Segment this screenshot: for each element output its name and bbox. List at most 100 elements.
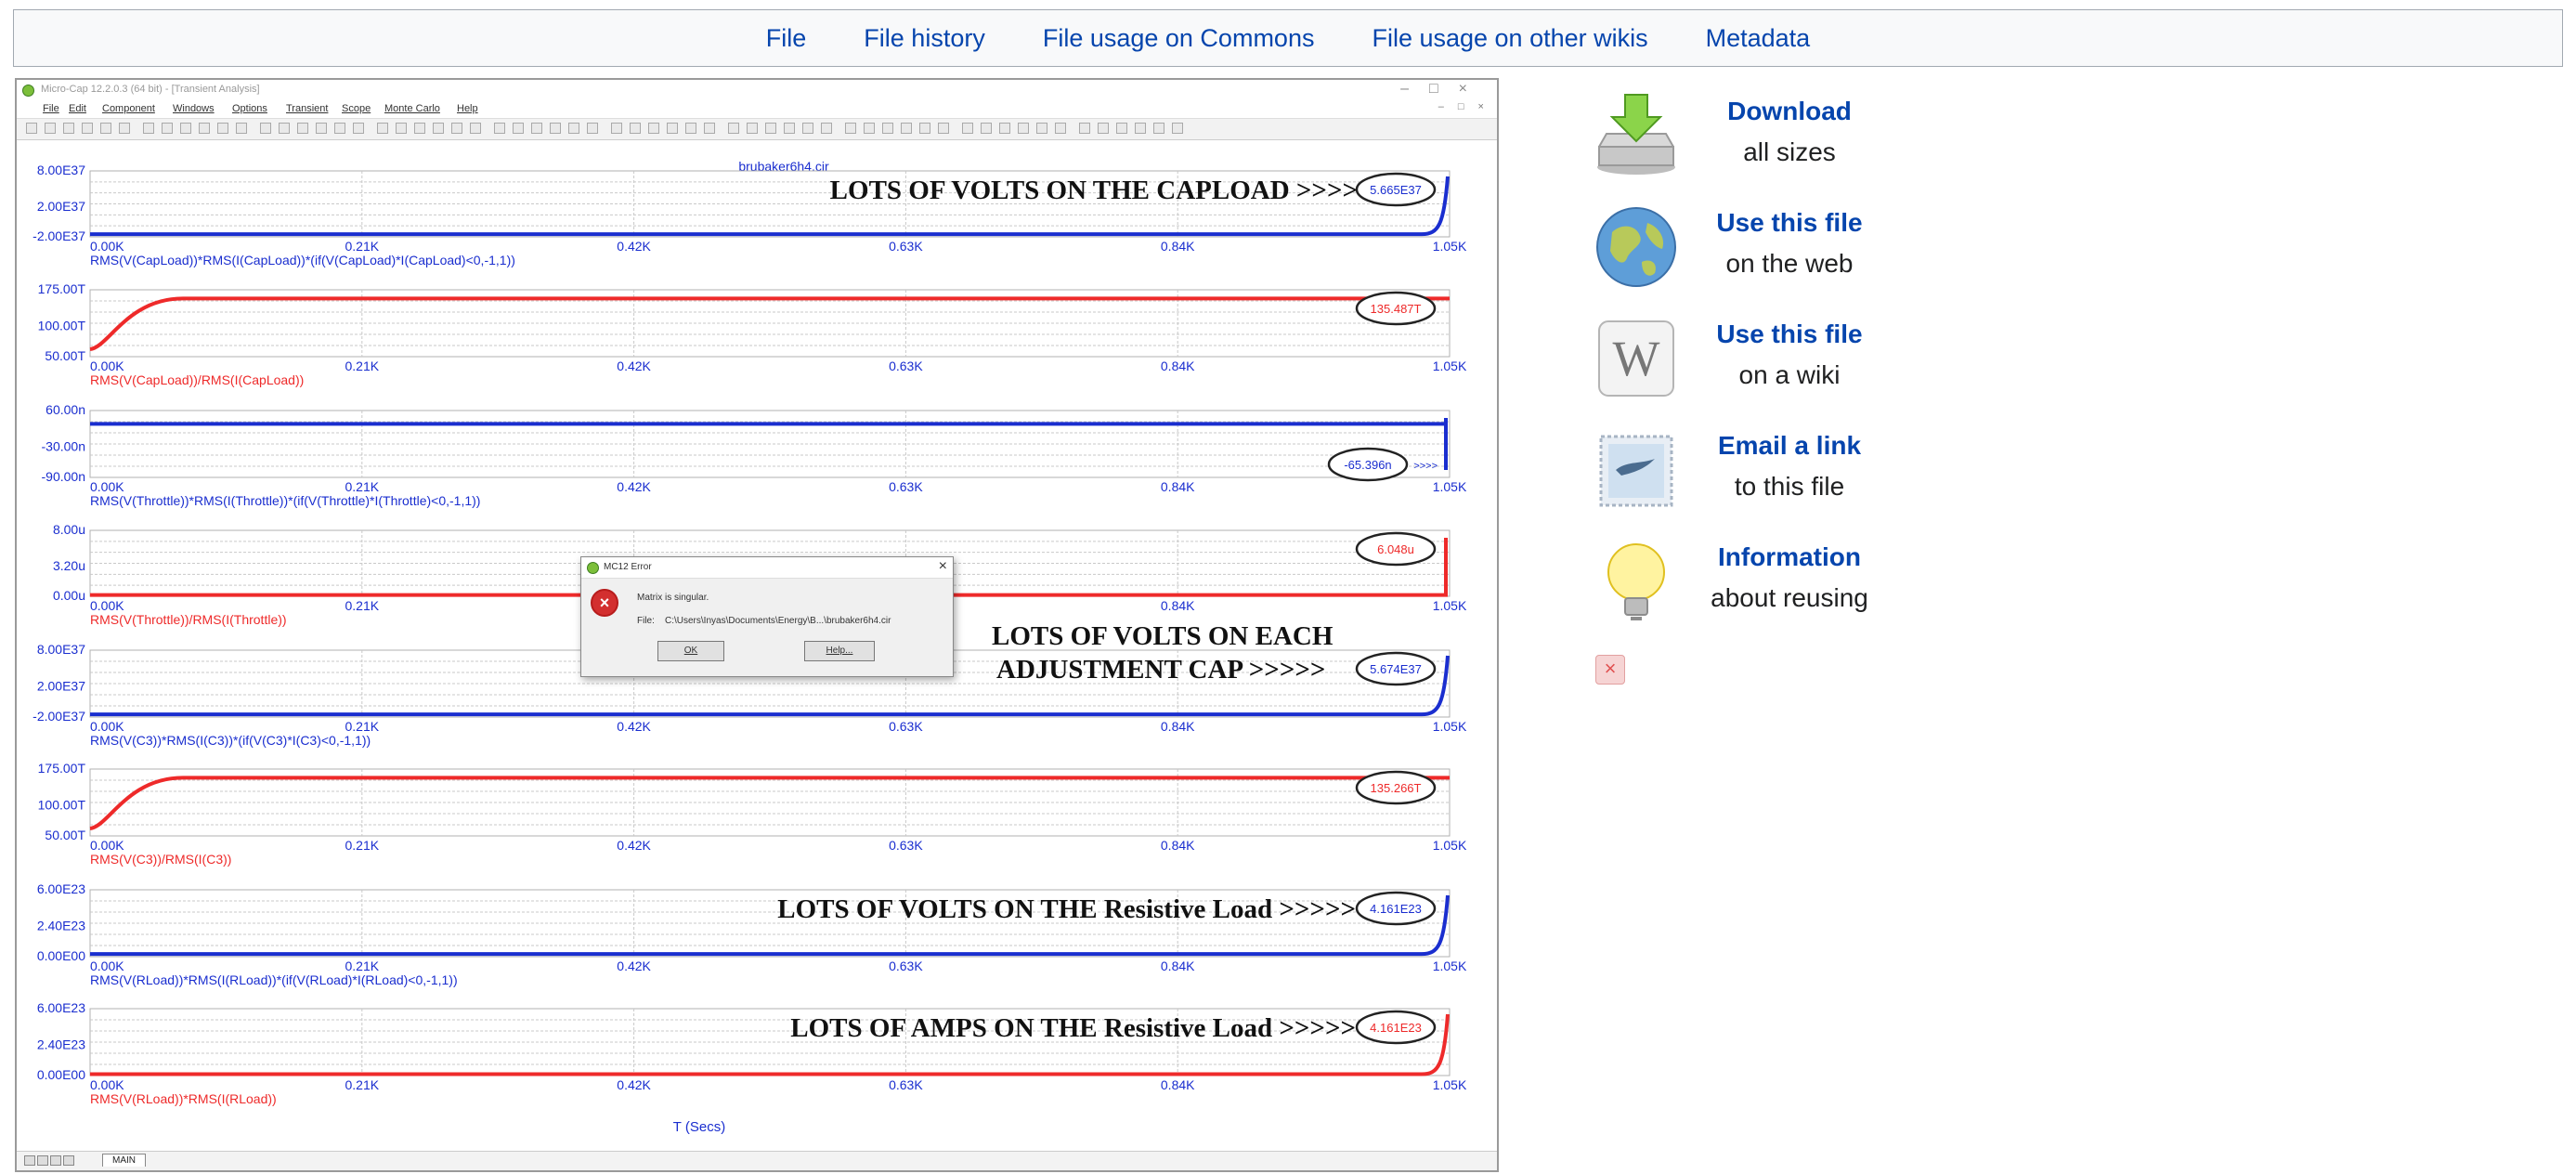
y-tick-label: -30.00n bbox=[42, 439, 85, 454]
marker-value: 135.487T bbox=[1371, 302, 1422, 316]
tab-nav-next-icon bbox=[50, 1155, 61, 1166]
action-download[interactable]: Download all sizes bbox=[1594, 89, 1900, 191]
x-tick-label: 0.42K bbox=[617, 959, 651, 973]
file-label: File: bbox=[637, 616, 655, 626]
use-wiki-sub: on a wiki bbox=[1738, 360, 1841, 389]
plot-panel bbox=[89, 289, 1451, 358]
x-tick-label: 0.84K bbox=[1161, 838, 1195, 853]
nav-metadata[interactable]: Metadata bbox=[1706, 24, 1811, 53]
use-wiki-link[interactable]: Use this file bbox=[1679, 320, 1900, 349]
marker-value: 5.665E37 bbox=[1370, 183, 1422, 197]
y-tick-label: 8.00E37 bbox=[37, 642, 85, 657]
action-use-web[interactable]: Use this file on the web bbox=[1594, 201, 1900, 303]
x-tick-label: 0.63K bbox=[889, 838, 923, 853]
nav-file-usage-commons[interactable]: File usage on Commons bbox=[1043, 24, 1315, 53]
error-icon: × bbox=[591, 589, 618, 617]
marker-value: 4.161E23 bbox=[1370, 902, 1422, 916]
close-icon[interactable]: × bbox=[1595, 655, 1625, 685]
plot-panel bbox=[89, 410, 1451, 482]
error-dialog: MC12 Error × × Matrix is singular. File:… bbox=[580, 556, 954, 677]
x-tick-label: 0.84K bbox=[1161, 959, 1195, 973]
trace-annotation: >>>> bbox=[1413, 461, 1438, 472]
file-path: C:\Users\Inyas\Documents\Energy\B...\bru… bbox=[665, 616, 891, 626]
x-tick-label: 0.21K bbox=[345, 1077, 380, 1092]
trace-annotation: LOTS OF AMPS ON THE Resistive Load >>>>> bbox=[790, 1013, 1356, 1043]
x-tick-label: 0.00K bbox=[90, 479, 124, 494]
nav-file-usage-other-wikis[interactable]: File usage on other wikis bbox=[1372, 24, 1647, 53]
tab-nav-prev-icon bbox=[37, 1155, 48, 1166]
trace-annotation: ADJUSTMENT CAP >>>>> bbox=[996, 655, 1325, 685]
y-tick-label: 2.40E23 bbox=[37, 1037, 85, 1052]
x-tick-label: 1.05K bbox=[1433, 598, 1467, 613]
use-web-sub: on the web bbox=[1725, 249, 1854, 278]
email-sub: to this file bbox=[1734, 472, 1845, 501]
trace-expression: RMS(V(CapLoad))*RMS(I(CapLoad))*(if(V(Ca… bbox=[90, 253, 515, 267]
information-sub: about reusing bbox=[1711, 583, 1868, 612]
marker-value: 5.674E37 bbox=[1370, 662, 1422, 676]
x-tick-label: 1.05K bbox=[1433, 959, 1467, 973]
y-tick-label: 6.00E23 bbox=[37, 881, 85, 896]
action-email-link[interactable]: Email a link to this file bbox=[1594, 424, 1900, 526]
x-axis-title: T (Secs) bbox=[673, 1119, 725, 1135]
use-web-link[interactable]: Use this file bbox=[1679, 208, 1900, 238]
x-tick-label: 1.05K bbox=[1433, 239, 1467, 254]
y-tick-label: 50.00T bbox=[45, 348, 85, 363]
dialog-app-icon bbox=[587, 562, 599, 574]
x-tick-label: 0.42K bbox=[617, 1077, 651, 1092]
x-tick-label: 0.63K bbox=[889, 959, 923, 973]
y-tick-label: 6.00E23 bbox=[37, 1000, 85, 1015]
tab-nav-first-icon bbox=[24, 1155, 35, 1166]
x-tick-label: 0.21K bbox=[345, 598, 380, 613]
y-tick-label: 100.00T bbox=[38, 798, 86, 813]
y-tick-label: 100.00T bbox=[38, 319, 86, 333]
x-tick-label: 0.00K bbox=[90, 1077, 124, 1092]
trace-annotation: LOTS OF VOLTS ON THE Resistive Load >>>>… bbox=[777, 894, 1356, 924]
x-tick-label: 0.84K bbox=[1161, 1077, 1195, 1092]
trace-expression: RMS(V(RLoad))*RMS(I(RLoad))*(if(V(RLoad)… bbox=[90, 972, 458, 987]
ok-button: OK bbox=[657, 641, 724, 661]
tab-main: MAIN bbox=[102, 1154, 146, 1167]
x-tick-label: 0.21K bbox=[345, 838, 380, 853]
x-tick-label: 0.00K bbox=[90, 959, 124, 973]
nav-file-history[interactable]: File history bbox=[864, 24, 985, 53]
y-tick-label: 8.00E37 bbox=[37, 163, 85, 177]
trace-expression: RMS(V(CapLoad))/RMS(I(CapLoad)) bbox=[90, 372, 304, 387]
svg-text:W: W bbox=[1613, 331, 1660, 386]
action-information[interactable]: Information about reusing bbox=[1594, 535, 1900, 637]
x-tick-label: 0.00K bbox=[90, 719, 124, 734]
close-icon: × bbox=[938, 558, 947, 574]
x-tick-label: 0.63K bbox=[889, 359, 923, 373]
download-icon bbox=[1597, 94, 1675, 175]
x-tick-label: 0.84K bbox=[1161, 719, 1195, 734]
globe-icon bbox=[1596, 207, 1676, 287]
y-tick-label: 2.00E37 bbox=[37, 199, 85, 214]
download-sub: all sizes bbox=[1743, 137, 1836, 166]
marker-value: 4.161E23 bbox=[1370, 1021, 1422, 1035]
information-link[interactable]: Information bbox=[1679, 542, 1900, 572]
error-dialog-title: MC12 Error bbox=[604, 562, 652, 572]
x-tick-label: 0.00K bbox=[90, 359, 124, 373]
tab-nav-last-icon bbox=[63, 1155, 74, 1166]
trace-expression: RMS(V(Throttle))/RMS(I(Throttle)) bbox=[90, 612, 287, 627]
marker-value: 6.048u bbox=[1377, 542, 1414, 556]
nav-file[interactable]: File bbox=[766, 24, 807, 53]
email-link[interactable]: Email a link bbox=[1679, 431, 1900, 461]
download-link[interactable]: Download bbox=[1679, 97, 1900, 126]
action-use-wiki[interactable]: W Use this file on a wiki bbox=[1594, 312, 1900, 414]
x-tick-label: 1.05K bbox=[1433, 1077, 1467, 1092]
y-tick-label: 0.00u bbox=[53, 588, 85, 603]
page-tabs: MAIN bbox=[17, 1151, 1497, 1170]
simulation-screenshot[interactable]: Micro-Cap 12.2.0.3 (64 bit) - [Transient… bbox=[15, 78, 1499, 1172]
trace-annotation: LOTS OF VOLTS ON THE CAPLOAD >>>> bbox=[830, 176, 1358, 205]
email-icon bbox=[1599, 435, 1673, 507]
plot-panel bbox=[89, 768, 1451, 837]
marker-value: 135.266T bbox=[1371, 781, 1422, 795]
x-tick-label: 0.42K bbox=[617, 479, 651, 494]
x-tick-label: 0.84K bbox=[1161, 359, 1195, 373]
trace-expression: RMS(V(Throttle))*RMS(I(Throttle))*(if(V(… bbox=[90, 493, 480, 508]
trace-expression: RMS(V(C3))/RMS(I(C3)) bbox=[90, 852, 231, 867]
x-tick-label: 0.63K bbox=[889, 479, 923, 494]
error-message: Matrix is singular. bbox=[637, 593, 709, 603]
x-tick-label: 0.00K bbox=[90, 239, 124, 254]
trace-annotation: LOTS OF VOLTS ON EACH bbox=[992, 621, 1334, 651]
